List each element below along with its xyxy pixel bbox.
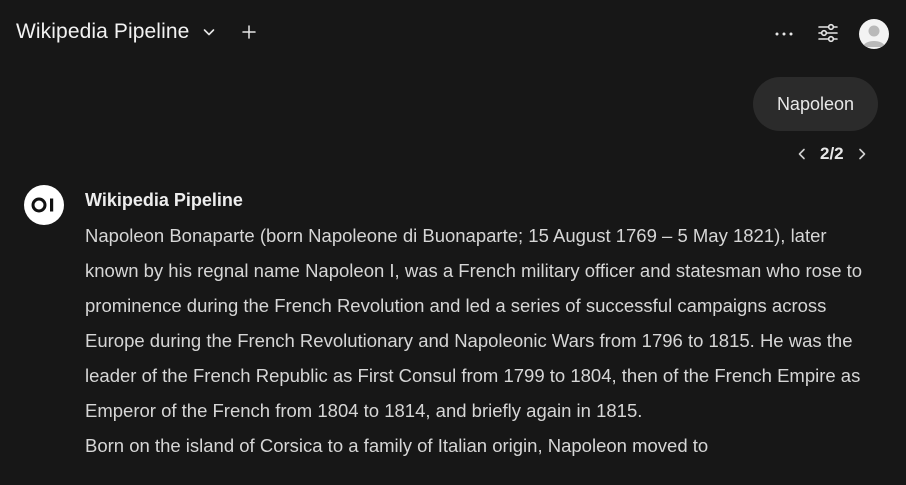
message-paragraph: Born on the island of Corsica to a famil… xyxy=(85,435,709,456)
sliders-icon[interactable] xyxy=(817,22,839,44)
user-message-bubble: Napoleon xyxy=(752,77,878,131)
previous-response-button[interactable] xyxy=(792,144,812,164)
user-silhouette-icon xyxy=(863,25,885,47)
next-response-button[interactable] xyxy=(852,144,872,164)
response-pager: 2/2 xyxy=(792,142,872,166)
chevron-right-icon xyxy=(858,148,865,160)
user-avatar[interactable] xyxy=(859,19,889,49)
top-bar: Wikipedia Pipeline xyxy=(0,0,906,68)
chat-page: Wikipedia Pipeline Napoleon 2/2 Wikipedi… xyxy=(0,0,906,485)
user-message-text: Napoleon xyxy=(776,93,854,114)
assistant-message: Napoleon Bonaparte (born Napoleone di Bu… xyxy=(85,218,885,463)
chevron-left-icon xyxy=(798,148,805,160)
model-name: Wikipedia Pipeline xyxy=(16,20,190,43)
model-selector[interactable]: Wikipedia Pipeline xyxy=(16,20,217,44)
assistant-name: Wikipedia Pipeline xyxy=(85,190,243,210)
message-paragraph: Napoleon Bonaparte (born Napoleone di Bu… xyxy=(85,225,863,421)
plus-icon[interactable] xyxy=(240,23,258,41)
pager-count: 2/2 xyxy=(820,144,844,163)
more-horizontal-icon[interactable] xyxy=(773,25,795,43)
assistant-avatar xyxy=(24,185,64,225)
openwebui-logo-icon xyxy=(31,197,54,213)
chevron-down-icon xyxy=(204,29,215,36)
